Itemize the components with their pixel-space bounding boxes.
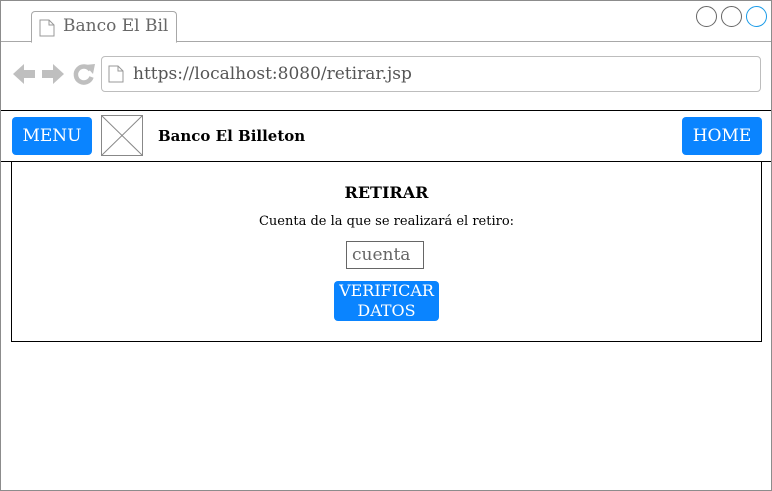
verify-button-line1: VERIFICAR xyxy=(339,281,434,300)
verify-data-button[interactable]: VERIFICAR DATOS xyxy=(334,281,439,321)
page-title: RETIRAR xyxy=(344,183,429,202)
url-text: https://localhost:8080/retirar.jsp xyxy=(133,64,412,84)
tab-title: Banco El Bil xyxy=(63,16,169,36)
document-icon xyxy=(108,65,124,87)
browser-tab[interactable]: Banco El Bil xyxy=(31,11,177,43)
window-circle-icon[interactable] xyxy=(746,6,767,27)
menu-button[interactable]: MENU xyxy=(12,117,92,155)
verify-button-line2: DATOS xyxy=(357,301,416,320)
brand-name: Banco El Billeton xyxy=(158,127,306,145)
logo-image-placeholder xyxy=(101,115,143,156)
browser-window: Banco El Bil https://localhost:8080/reti… xyxy=(0,0,772,491)
tab-bar: Banco El Bil xyxy=(1,1,771,43)
withdraw-form: RETIRAR Cuenta de la que se realizará el… xyxy=(11,161,762,342)
forward-arrow-icon[interactable] xyxy=(41,62,65,90)
account-input[interactable] xyxy=(346,241,424,269)
address-bar[interactable]: https://localhost:8080/retirar.jsp xyxy=(101,56,761,92)
window-circle-icon[interactable] xyxy=(696,6,717,27)
reload-icon[interactable] xyxy=(72,62,96,90)
account-label: Cuenta de la que se realizará el retiro: xyxy=(258,214,515,229)
navigation-bar: https://localhost:8080/retirar.jsp xyxy=(1,42,771,110)
back-arrow-icon[interactable] xyxy=(12,62,36,90)
document-icon xyxy=(39,19,55,41)
home-button[interactable]: HOME xyxy=(682,117,762,155)
site-header: MENU Banco El Billeton HOME xyxy=(1,110,771,162)
window-circle-icon[interactable] xyxy=(721,6,742,27)
